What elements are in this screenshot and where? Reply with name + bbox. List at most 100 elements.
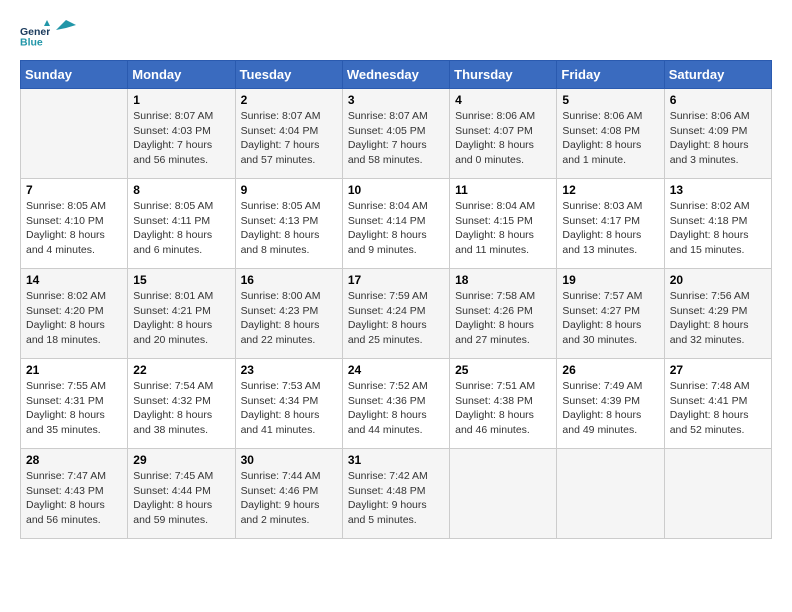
weekday-header: Sunday	[21, 61, 128, 89]
day-number: 2	[241, 93, 337, 107]
calendar-cell: 23 Sunrise: 7:53 AMSunset: 4:34 PMDayligh…	[235, 359, 342, 449]
calendar-cell: 4 Sunrise: 8:06 AMSunset: 4:07 PMDaylight…	[450, 89, 557, 179]
day-number: 26	[562, 363, 658, 377]
calendar-cell: 9 Sunrise: 8:05 AMSunset: 4:13 PMDaylight…	[235, 179, 342, 269]
calendar-cell: 12 Sunrise: 8:03 AMSunset: 4:17 PMDayligh…	[557, 179, 664, 269]
weekday-header: Friday	[557, 61, 664, 89]
page-header: General Blue	[20, 20, 772, 50]
day-info: Sunrise: 7:55 AMSunset: 4:31 PMDaylight:…	[26, 379, 122, 438]
day-number: 18	[455, 273, 551, 287]
calendar-cell	[21, 89, 128, 179]
calendar-table: SundayMondayTuesdayWednesdayThursdayFrid…	[20, 60, 772, 539]
day-info: Sunrise: 7:57 AMSunset: 4:27 PMDaylight:…	[562, 289, 658, 348]
day-number: 13	[670, 183, 766, 197]
day-number: 8	[133, 183, 229, 197]
day-info: Sunrise: 8:06 AMSunset: 4:09 PMDaylight:…	[670, 109, 766, 168]
calendar-cell: 20 Sunrise: 7:56 AMSunset: 4:29 PMDayligh…	[664, 269, 771, 359]
day-info: Sunrise: 7:42 AMSunset: 4:48 PMDaylight:…	[348, 469, 444, 528]
day-number: 24	[348, 363, 444, 377]
day-number: 10	[348, 183, 444, 197]
day-info: Sunrise: 7:51 AMSunset: 4:38 PMDaylight:…	[455, 379, 551, 438]
calendar-cell: 29 Sunrise: 7:45 AMSunset: 4:44 PMDayligh…	[128, 449, 235, 539]
day-number: 29	[133, 453, 229, 467]
day-number: 28	[26, 453, 122, 467]
calendar-cell: 5 Sunrise: 8:06 AMSunset: 4:08 PMDaylight…	[557, 89, 664, 179]
day-number: 15	[133, 273, 229, 287]
day-number: 1	[133, 93, 229, 107]
day-info: Sunrise: 8:05 AMSunset: 4:10 PMDaylight:…	[26, 199, 122, 258]
day-info: Sunrise: 7:59 AMSunset: 4:24 PMDaylight:…	[348, 289, 444, 348]
day-number: 17	[348, 273, 444, 287]
calendar-cell: 17 Sunrise: 7:59 AMSunset: 4:24 PMDayligh…	[342, 269, 449, 359]
day-info: Sunrise: 7:45 AMSunset: 4:44 PMDaylight:…	[133, 469, 229, 528]
calendar-cell: 13Sunrise: 8:02 AMSunset: 4:18 PMDayligh…	[664, 179, 771, 269]
calendar-cell	[557, 449, 664, 539]
day-info: Sunrise: 8:07 AMSunset: 4:05 PMDaylight:…	[348, 109, 444, 168]
day-number: 19	[562, 273, 658, 287]
day-number: 9	[241, 183, 337, 197]
day-info: Sunrise: 8:07 AMSunset: 4:03 PMDaylight:…	[133, 109, 229, 168]
calendar-cell: 1 Sunrise: 8:07 AMSunset: 4:03 PMDaylight…	[128, 89, 235, 179]
day-number: 4	[455, 93, 551, 107]
calendar-cell: 21 Sunrise: 7:55 AMSunset: 4:31 PMDayligh…	[21, 359, 128, 449]
day-info: Sunrise: 7:56 AMSunset: 4:29 PMDaylight:…	[670, 289, 766, 348]
calendar-cell: 26 Sunrise: 7:49 AMSunset: 4:39 PMDayligh…	[557, 359, 664, 449]
weekday-header: Monday	[128, 61, 235, 89]
day-number: 30	[241, 453, 337, 467]
day-info: Sunrise: 8:04 AMSunset: 4:15 PMDaylight:…	[455, 199, 551, 258]
calendar-cell: 11Sunrise: 8:04 AMSunset: 4:15 PMDayligh…	[450, 179, 557, 269]
day-info: Sunrise: 8:07 AMSunset: 4:04 PMDaylight:…	[241, 109, 337, 168]
day-number: 20	[670, 273, 766, 287]
day-info: Sunrise: 8:06 AMSunset: 4:07 PMDaylight:…	[455, 109, 551, 168]
day-info: Sunrise: 7:53 AMSunset: 4:34 PMDaylight:…	[241, 379, 337, 438]
logo-bird-icon	[56, 20, 76, 40]
day-number: 16	[241, 273, 337, 287]
svg-text:Blue: Blue	[20, 37, 43, 49]
day-number: 27	[670, 363, 766, 377]
day-info: Sunrise: 7:48 AMSunset: 4:41 PMDaylight:…	[670, 379, 766, 438]
calendar-cell: 6Sunrise: 8:06 AMSunset: 4:09 PMDaylight…	[664, 89, 771, 179]
calendar-cell: 28 Sunrise: 7:47 AMSunset: 4:43 PMDayligh…	[21, 449, 128, 539]
calendar-cell: 27 Sunrise: 7:48 AMSunset: 4:41 PMDayligh…	[664, 359, 771, 449]
weekday-header: Tuesday	[235, 61, 342, 89]
weekday-header: Saturday	[664, 61, 771, 89]
day-number: 12	[562, 183, 658, 197]
calendar-cell: 16 Sunrise: 8:00 AMSunset: 4:23 PMDayligh…	[235, 269, 342, 359]
calendar-cell: 19 Sunrise: 7:57 AMSunset: 4:27 PMDayligh…	[557, 269, 664, 359]
day-info: Sunrise: 8:06 AMSunset: 4:08 PMDaylight:…	[562, 109, 658, 168]
calendar-cell: 10Sunrise: 8:04 AMSunset: 4:14 PMDayligh…	[342, 179, 449, 269]
day-number: 3	[348, 93, 444, 107]
day-number: 21	[26, 363, 122, 377]
calendar-cell	[450, 449, 557, 539]
day-number: 25	[455, 363, 551, 377]
calendar-cell: 15 Sunrise: 8:01 AMSunset: 4:21 PMDayligh…	[128, 269, 235, 359]
calendar-cell: 31 Sunrise: 7:42 AMSunset: 4:48 PMDayligh…	[342, 449, 449, 539]
day-info: Sunrise: 8:01 AMSunset: 4:21 PMDaylight:…	[133, 289, 229, 348]
calendar-cell: 22 Sunrise: 7:54 AMSunset: 4:32 PMDayligh…	[128, 359, 235, 449]
calendar-cell: 25 Sunrise: 7:51 AMSunset: 4:38 PMDayligh…	[450, 359, 557, 449]
logo: General Blue	[20, 20, 76, 50]
day-info: Sunrise: 8:02 AMSunset: 4:20 PMDaylight:…	[26, 289, 122, 348]
day-info: Sunrise: 7:58 AMSunset: 4:26 PMDaylight:…	[455, 289, 551, 348]
day-info: Sunrise: 8:05 AMSunset: 4:13 PMDaylight:…	[241, 199, 337, 258]
day-number: 23	[241, 363, 337, 377]
day-number: 7	[26, 183, 122, 197]
day-number: 5	[562, 93, 658, 107]
calendar-cell	[664, 449, 771, 539]
day-info: Sunrise: 8:00 AMSunset: 4:23 PMDaylight:…	[241, 289, 337, 348]
day-info: Sunrise: 7:54 AMSunset: 4:32 PMDaylight:…	[133, 379, 229, 438]
calendar-cell: 18 Sunrise: 7:58 AMSunset: 4:26 PMDayligh…	[450, 269, 557, 359]
day-info: Sunrise: 7:47 AMSunset: 4:43 PMDaylight:…	[26, 469, 122, 528]
day-info: Sunrise: 8:03 AMSunset: 4:17 PMDaylight:…	[562, 199, 658, 258]
calendar-cell: 8Sunrise: 8:05 AMSunset: 4:11 PMDaylight…	[128, 179, 235, 269]
day-number: 14	[26, 273, 122, 287]
calendar-cell: 24Sunrise: 7:52 AMSunset: 4:36 PMDayligh…	[342, 359, 449, 449]
calendar-cell: 7 Sunrise: 8:05 AMSunset: 4:10 PMDaylight…	[21, 179, 128, 269]
day-info: Sunrise: 7:49 AMSunset: 4:39 PMDaylight:…	[562, 379, 658, 438]
logo-icon: General Blue	[20, 20, 50, 50]
day-number: 31	[348, 453, 444, 467]
calendar-cell: 14 Sunrise: 8:02 AMSunset: 4:20 PMDayligh…	[21, 269, 128, 359]
calendar-cell: 30 Sunrise: 7:44 AMSunset: 4:46 PMDayligh…	[235, 449, 342, 539]
day-number: 22	[133, 363, 229, 377]
day-info: Sunrise: 7:44 AMSunset: 4:46 PMDaylight:…	[241, 469, 337, 528]
